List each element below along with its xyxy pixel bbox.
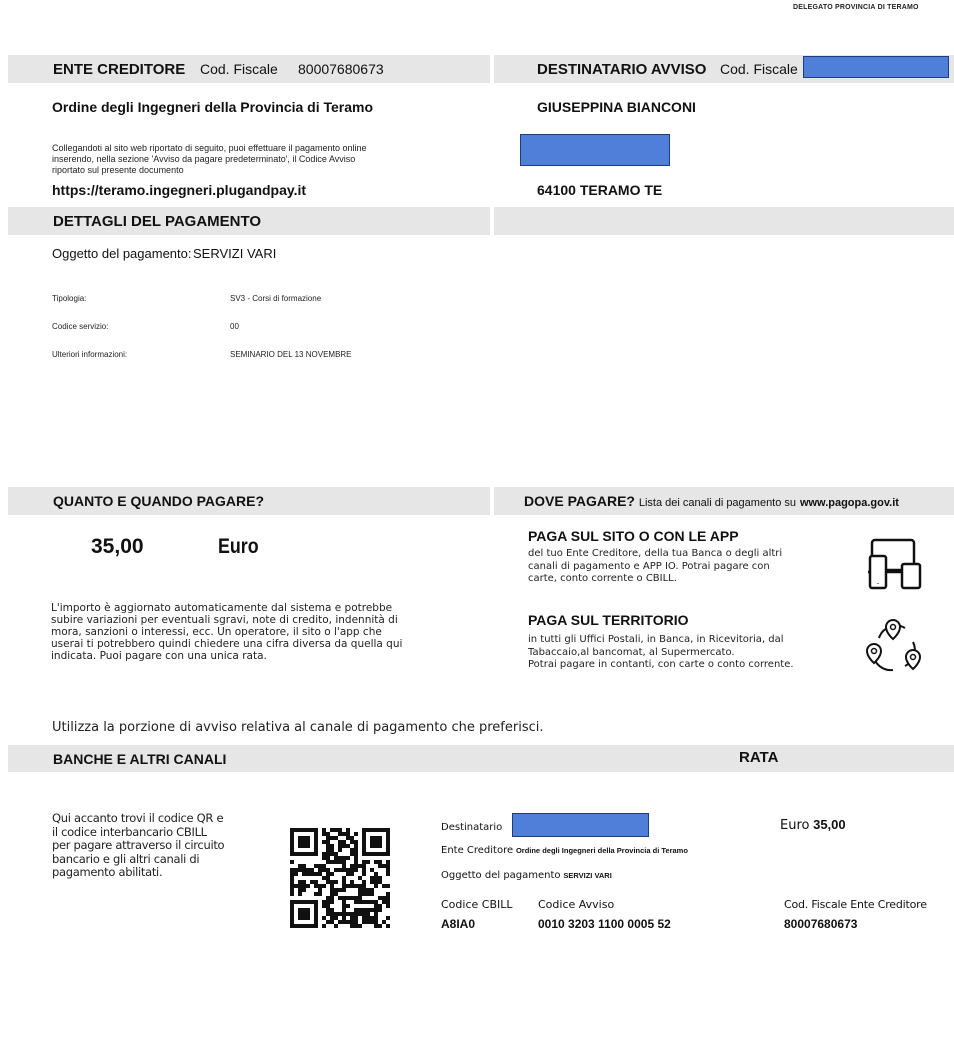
slip-cf-label: Cod. Fiscale Ente Creditore <box>784 898 927 911</box>
recipient-cf-label: Cod. Fiscale <box>720 61 798 77</box>
use-portion-text: Utilizza la porzione di avviso relativa … <box>52 720 544 735</box>
slip-creditor-value: Ordine degli Ingegneri della Provincia d… <box>515 846 688 855</box>
detail-value-1: 00 <box>230 322 239 331</box>
how-much-header: QUANTO E QUANDO PAGARE? <box>53 493 265 509</box>
slip-notice-value: 0010 3203 1100 0005 52 <box>538 917 671 931</box>
recipient-cf-redaction <box>803 56 949 78</box>
slip-object-line: Oggetto del pagamento SERVIZI VARI <box>441 870 612 881</box>
slip-recipient-redaction <box>512 813 649 837</box>
slip-creditor-label: Ente Creditore <box>441 845 514 856</box>
creditor-header: ENTE CREDITORE <box>53 61 186 78</box>
slip-euro-label: Euro <box>780 818 810 833</box>
payment-details-header: DETTAGLI DEL PAGAMENTO <box>53 213 262 230</box>
devices-icon <box>866 538 924 590</box>
slip-euro-value: 35,00 <box>813 817 846 832</box>
territory-title: PAGA SUL TERRITORIO <box>528 612 689 628</box>
slip-object-label: Oggetto del pagamento <box>441 870 561 881</box>
recipient-name: GIUSEPPINA BIANCONI <box>537 99 696 115</box>
payment-details-bar-right <box>494 207 954 235</box>
rate-header: RATA <box>739 749 779 766</box>
detail-value-2: SEMINARIO DEL 13 NOVEMBRE <box>230 350 352 359</box>
creditor-instructions: Collegandoti al sito web riportato di se… <box>52 143 367 175</box>
recipient-city: 64100 TERAMO TE <box>537 182 663 198</box>
banks-intro: Qui accanto trovi il codice QR e il codi… <box>52 811 225 879</box>
creditor-url[interactable]: https://teramo.ingegneri.plugandpay.it <box>52 182 306 198</box>
creditor-name: Ordine degli Ingegneri della Provincia d… <box>52 99 374 115</box>
where-header-link[interactable]: www.pagopa.gov.it <box>800 497 899 509</box>
payment-object-value: SERVIZI VARI <box>193 246 277 261</box>
amount-value: 35,00 <box>91 535 144 558</box>
detail-value-0: SV3 - Corsi di formazione <box>230 294 322 303</box>
map-pins-icon <box>865 618 923 676</box>
slip-object-value: SERVIZI VARI <box>563 871 612 880</box>
where-header-sub: Lista dei canali di pagamento su <box>638 497 797 509</box>
detail-label-1: Codice servizio: <box>52 322 109 331</box>
slip-creditor-line: Ente Creditore Ordine degli Ingegneri de… <box>441 845 688 856</box>
recipient-address-redaction <box>520 134 670 166</box>
slip-euro-line: Euro 35,00 <box>780 817 846 833</box>
detail-label-2: Ulteriori informazioni: <box>52 350 128 359</box>
banks-header: BANCHE E ALTRI CANALI <box>53 751 227 767</box>
where-header-line: DOVE PAGARE? Lista dei canali di pagamen… <box>524 493 899 509</box>
amount-currency: Euro <box>218 535 259 558</box>
slip-cbill-value: A8IA0 <box>441 917 476 931</box>
qr-code <box>288 826 392 932</box>
online-text: del tuo Ente Creditore, della tua Banca … <box>528 548 783 584</box>
creditor-cf-value: 80007680673 <box>298 61 384 77</box>
slip-cf-value: 80007680673 <box>784 917 858 931</box>
territory-text: in tutti gli Uffici Postali, in Banca, i… <box>528 634 794 670</box>
detail-label-0: Tipologia: <box>52 294 87 303</box>
slip-recipient-label: Destinatario <box>441 822 503 833</box>
where-header: DOVE PAGARE? <box>524 493 635 509</box>
creditor-cf-label: Cod. Fiscale <box>200 61 278 77</box>
recipient-header: DESTINATARIO AVVISO <box>537 61 707 78</box>
slip-cbill-label: Codice CBILL <box>441 898 513 911</box>
online-title: PAGA SUL SITO O CON LE APP <box>528 528 739 544</box>
top-right-text: DELEGATO PROVINCIA DI TERAMO <box>793 4 919 11</box>
slip-notice-label: Codice Avviso <box>538 898 615 911</box>
amount-note: L'importo è aggiornato automaticamente d… <box>51 602 403 662</box>
payment-object-label: Oggetto del pagamento: <box>52 246 192 261</box>
